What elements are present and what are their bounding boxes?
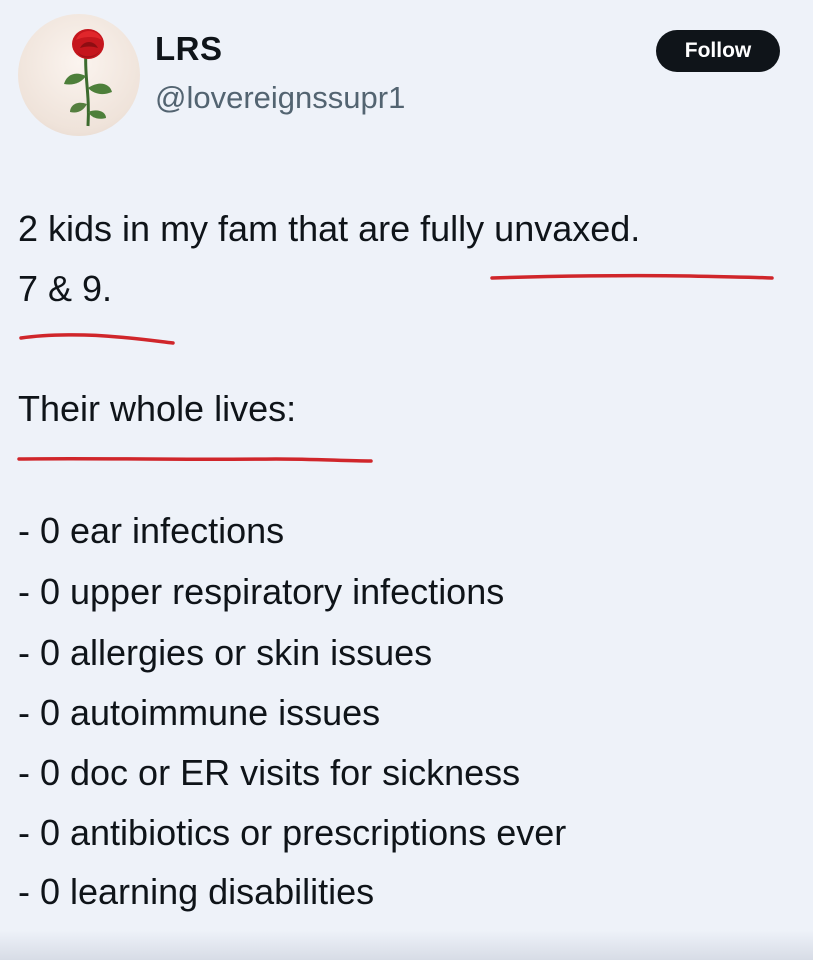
avatar[interactable] [18,14,140,136]
post-line-2: 7 & 9. [18,268,113,309]
list-item: - 0 learning disabilities [18,871,375,912]
underline-mark-2 [19,333,175,345]
author-handle[interactable]: @lovereignssupr1 [155,80,405,116]
list-item: - 0 antibiotics or prescriptions ever [18,812,567,853]
bottom-shade [0,930,813,960]
list-item: - 0 allergies or skin issues [18,632,433,673]
follow-button[interactable]: Follow [656,30,780,72]
list-item: - 0 upper respiratory infections [18,571,505,612]
list-item: - 0 doc or ER visits for sickness [18,752,521,793]
underline-mark-3 [17,456,373,463]
rose-icon [64,29,112,127]
author-display-name[interactable]: LRS [155,30,223,68]
list-item: - 0 ear infections [18,510,285,551]
list-item: - 0 autoimmune issues [18,692,381,733]
tweet-card: LRS @lovereignssupr1 Follow 2 kids in my… [0,0,813,960]
underline-mark-1 [490,273,774,280]
post-line-1: 2 kids in my fam that are fully unvaxed. [18,208,641,249]
post-heading: Their whole lives: [18,388,297,429]
